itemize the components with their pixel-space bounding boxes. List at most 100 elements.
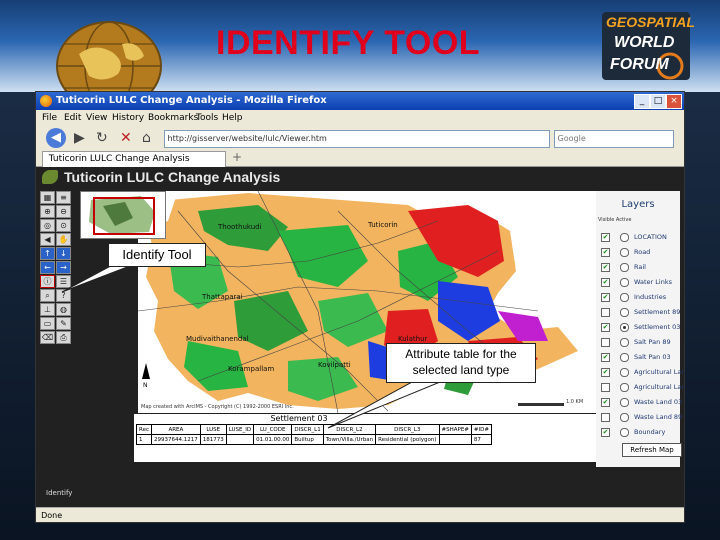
layer-name: Salt Pan 03 xyxy=(634,353,671,361)
layer-visible-checkbox[interactable]: ✔ xyxy=(601,293,610,302)
layer-visible-checkbox[interactable]: ✔ xyxy=(601,278,610,287)
buffer-icon[interactable]: ◍ xyxy=(56,303,71,316)
layer-visible-checkbox[interactable]: ✔ xyxy=(601,233,610,242)
layer-row[interactable]: ✔ Salt Pan 03 xyxy=(596,351,680,363)
search-input[interactable]: Google xyxy=(554,130,674,148)
close-button[interactable]: × xyxy=(666,94,682,109)
layer-visible-checkbox[interactable]: ✔ xyxy=(601,353,610,362)
pan-south-icon[interactable]: ↓ xyxy=(56,247,71,260)
layer-row[interactable]: Salt Pan 89 xyxy=(596,336,680,348)
layer-row[interactable]: ✔ Boundary xyxy=(596,426,680,438)
layer-active-radio[interactable] xyxy=(620,293,629,302)
layer-active-radio[interactable] xyxy=(620,263,629,272)
layer-active-radio[interactable] xyxy=(620,323,629,332)
layer-visible-checkbox[interactable] xyxy=(601,308,610,317)
print-icon[interactable]: ⎙ xyxy=(56,331,71,344)
layer-name: Agricultural Land 89 xyxy=(634,383,684,391)
window-title: Tuticorin LULC Change Analysis - Mozilla… xyxy=(56,95,327,106)
menu-edit[interactable]: Edit xyxy=(64,110,81,126)
zoom-in-icon[interactable]: ⊕ xyxy=(40,205,55,218)
home-button[interactable]: ⌂ xyxy=(142,129,151,147)
layer-visible-checkbox[interactable]: ✔ xyxy=(601,323,610,332)
logo-line-3: FORUM xyxy=(610,56,669,73)
toggle-overview-icon[interactable]: ▦ xyxy=(40,191,55,204)
query-icon[interactable]: ? xyxy=(56,289,71,302)
layer-active-radio[interactable] xyxy=(620,233,629,242)
layer-active-radio[interactable] xyxy=(620,368,629,377)
pan-north-icon[interactable]: ↑ xyxy=(40,247,55,260)
layer-row[interactable]: ✔ Industries xyxy=(596,291,680,303)
forward-button[interactable]: ▶ xyxy=(74,129,85,147)
layer-active-radio[interactable] xyxy=(620,428,629,437)
identify-icon[interactable]: ⓘ xyxy=(40,275,55,288)
pan-east-icon[interactable]: → xyxy=(56,261,71,274)
layer-active-radio[interactable] xyxy=(620,278,629,287)
layer-row[interactable]: Settlement 89 xyxy=(596,306,680,318)
tab-tuticorin[interactable]: Tuticorin LULC Change Analysis xyxy=(42,151,226,167)
url-bar[interactable]: http://gisserver/website/lulc/Viewer.htm xyxy=(164,130,550,148)
full-extent-icon[interactable]: ◎ xyxy=(40,219,55,232)
overview-extent-box[interactable] xyxy=(93,197,155,235)
legend-icon[interactable]: ≡ xyxy=(56,191,71,204)
layer-row[interactable]: ✔ Settlement 03 xyxy=(596,321,680,333)
attribute-table: Rec AREA LUSE LUSE_ID LU_CODE DISCR_L1 DISCR_L… xyxy=(136,424,492,445)
menu-bookmarks[interactable]: Bookmarks xyxy=(148,110,198,126)
menu-tools[interactable]: Tools xyxy=(196,110,218,126)
layer-visible-checkbox[interactable]: ✔ xyxy=(601,428,610,437)
layer-active-radio[interactable] xyxy=(620,413,629,422)
layer-row[interactable]: Agricultural Land 89 xyxy=(596,381,684,393)
layer-visible-checkbox[interactable] xyxy=(601,413,610,422)
layer-visible-checkbox[interactable]: ✔ xyxy=(601,263,610,272)
browser-status-bar: Done xyxy=(36,507,684,522)
menu-file[interactable]: File xyxy=(42,110,57,126)
layer-row[interactable]: ✔ LOCATION xyxy=(596,231,680,243)
map-toolbar: ▦ ≡ ⊕ ⊖ ◎ ⊙ ◀ ✋ ↑ ↓ ← → ⓘ ☰ ⌕ ? ⊥ ◍ ▭ ✎ … xyxy=(40,191,72,345)
layer-name: Water Links xyxy=(634,278,672,286)
hyperlink-icon[interactable]: ☰ xyxy=(56,275,71,288)
refresh-map-button[interactable]: Refresh Map xyxy=(622,443,682,457)
table-row[interactable]: 1 29937644.1217 181773 01.01.00.00 Builtup To… xyxy=(136,434,492,445)
select-rectangle-icon[interactable]: ▭ xyxy=(40,317,55,330)
layer-active-radio[interactable] xyxy=(620,338,629,347)
select-shape-icon[interactable]: ✎ xyxy=(56,317,71,330)
pan-icon[interactable]: ✋ xyxy=(56,233,71,246)
layer-row[interactable]: ✔ Water Links xyxy=(596,276,680,288)
layers-panel: Layers Visible Active ✔ LOCATION ✔ Road ✔ Rai… xyxy=(596,191,684,467)
map-credit: Map created with ArcIMS - Copyright (C) … xyxy=(141,404,294,410)
layer-active-radio[interactable] xyxy=(620,248,629,257)
menu-history[interactable]: History xyxy=(112,110,144,126)
layer-row[interactable]: Waste Land 89 xyxy=(596,411,682,423)
minimize-button[interactable]: _ xyxy=(634,94,650,109)
attribute-table-callout: Attribute table for the selected land ty… xyxy=(386,343,536,383)
layer-active-radio[interactable] xyxy=(620,398,629,407)
menu-view[interactable]: View xyxy=(86,110,107,126)
layer-row[interactable]: ✔ Waste Land 03 xyxy=(596,396,682,408)
clear-selection-icon[interactable]: ⌫ xyxy=(40,331,55,344)
layer-visible-checkbox[interactable]: ✔ xyxy=(601,248,610,257)
menu-help[interactable]: Help xyxy=(222,110,243,126)
layer-active-radio[interactable] xyxy=(620,353,629,362)
layer-visible-checkbox[interactable]: ✔ xyxy=(601,368,610,377)
pan-west-icon[interactable]: ← xyxy=(40,261,55,274)
layer-visible-checkbox[interactable] xyxy=(601,383,610,392)
layer-row[interactable]: ✔ Agricultural Land 03 xyxy=(596,366,684,378)
find-icon[interactable]: ⌕ xyxy=(40,289,55,302)
maximize-button[interactable]: □ xyxy=(650,94,666,109)
reload-button[interactable]: ↻ xyxy=(96,129,108,147)
new-tab-button[interactable]: + xyxy=(232,150,242,164)
stop-button[interactable]: ✕ xyxy=(120,129,132,147)
overview-map[interactable] xyxy=(80,191,166,239)
zoom-out-icon[interactable]: ⊖ xyxy=(56,205,71,218)
layer-active-radio[interactable] xyxy=(620,383,629,392)
table-header-cell: DISCR_L2 xyxy=(322,424,377,435)
layer-visible-checkbox[interactable]: ✔ xyxy=(601,398,610,407)
layer-row[interactable]: ✔ Road xyxy=(596,246,680,258)
measure-icon[interactable]: ⊥ xyxy=(40,303,55,316)
zoom-active-icon[interactable]: ⊙ xyxy=(56,219,71,232)
back-button[interactable]: ◀ xyxy=(46,128,66,148)
zoom-last-icon[interactable]: ◀ xyxy=(40,233,55,246)
layer-active-radio[interactable] xyxy=(620,308,629,317)
layer-row[interactable]: ✔ Rail xyxy=(596,261,680,273)
layer-visible-checkbox[interactable] xyxy=(601,338,610,347)
svg-text:Thattaparai: Thattaparai xyxy=(201,293,243,301)
